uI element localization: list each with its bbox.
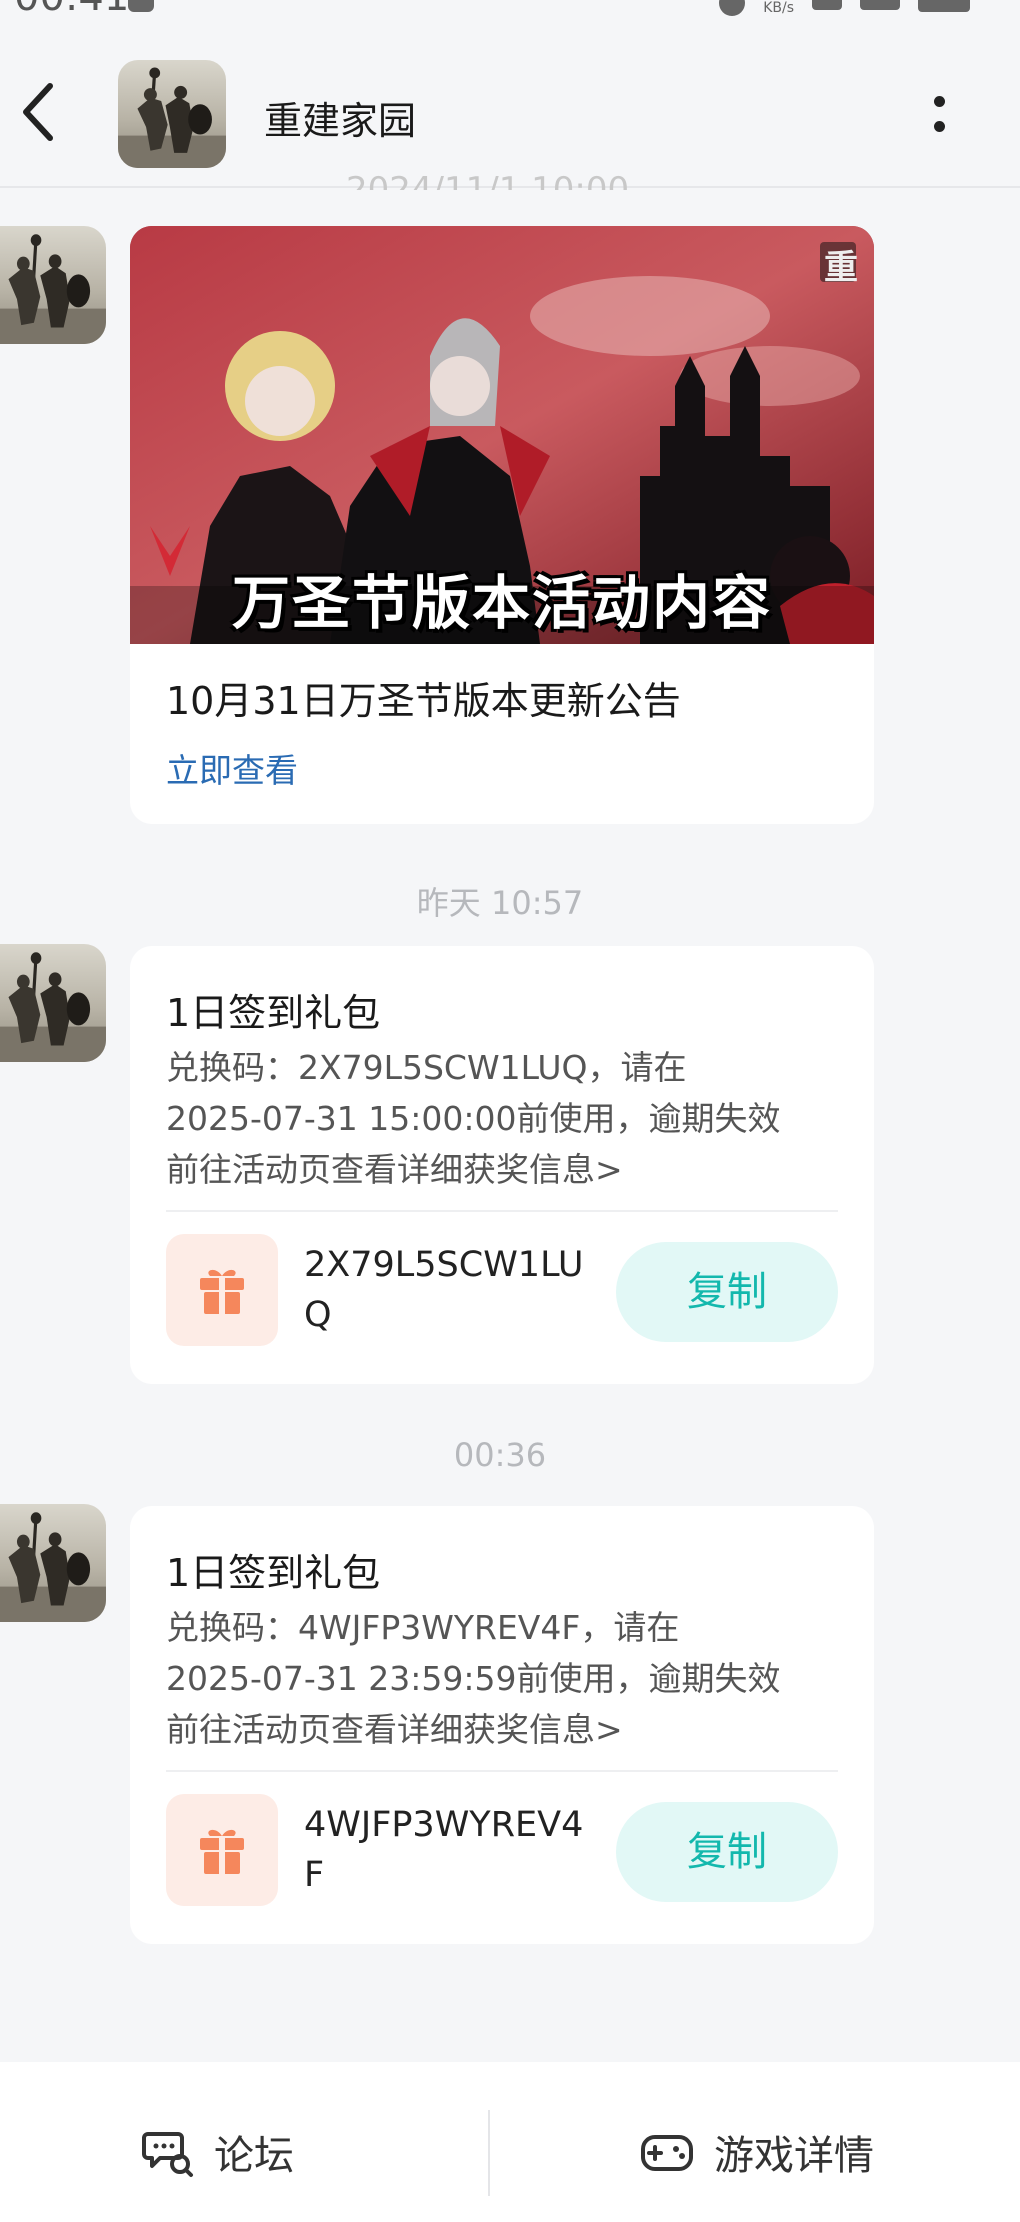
announcement-title: 10月31日万圣节版本更新公告 [166,679,681,723]
gift-expiry-line: 2025-07-31 23:59:59前使用，逾期失效 [166,1659,781,1698]
chat-title: 重建家园 [264,99,417,143]
bottom-action-bar: 论坛 游戏详情 [0,2062,1020,2222]
signal-icon [860,0,900,10]
hd-icon [812,0,842,10]
notification-app-icon [128,0,154,12]
gift-card: 1日签到礼包 兑换码：4WJFP3WYREV4F，请在 2025-07-31 2… [130,1506,874,1944]
alarm-icon [719,0,746,16]
forum-label: 论坛 [214,2133,294,2179]
game-details-label: 游戏详情 [714,2133,874,2179]
gift-title: 1日签到礼包 [166,1551,381,1595]
status-time: 00:41 [14,0,129,20]
forum-chat-icon [142,2132,193,2177]
forum-tab[interactable]: 论坛 [142,2102,294,2202]
redeem-code: 2X79L5SCW1LUQ [304,1245,584,1335]
banner-title: 万圣节版本活动内容 [231,569,772,637]
more-options-icon[interactable] [932,96,946,140]
sender-avatar[interactable] [0,226,106,344]
sender-avatar[interactable] [0,944,106,1062]
back-arrow-icon[interactable] [18,82,58,142]
network-speed-unit: KB/s [763,0,794,16]
status-bar: 00:41 KB/s [0,0,1020,22]
copy-button[interactable]: 复制 [616,1802,838,1902]
gift-code-line: 兑换码：2X79L5SCW1LUQ，请在 [166,1048,687,1087]
banner-corner-text: 重 [824,248,858,288]
gift-details-link[interactable]: 前往活动页查看详细获奖信息> [166,1144,846,1195]
gamepad-icon [641,2135,693,2171]
game-details-tab[interactable]: 游戏详情 [640,2102,874,2202]
battery-icon [918,0,970,12]
sender-avatar[interactable] [0,1504,106,1622]
divider [488,2110,490,2196]
gift-icon [166,1234,278,1346]
divider [166,1210,838,1212]
gift-icon [166,1794,278,1906]
gift-description: 兑换码：2X79L5SCW1LUQ，请在 2025-07-31 15:00:00… [166,1042,846,1195]
redeem-code: 4WJFP3WYREV4F [304,1805,584,1895]
status-icons: KB/s [719,0,970,16]
partial-timestamp: 2024/11/1 10:00 [346,170,630,190]
gift-title: 1日签到礼包 [166,991,381,1035]
announcement-card[interactable]: 万圣节版本活动内容 重 10月31日万圣节版本更新公告 立即查看 [130,226,874,824]
message-timestamp: 00:36 [453,1436,547,1474]
header-avatar[interactable] [118,60,226,168]
announcement-banner-image: 万圣节版本活动内容 重 [130,226,874,644]
gift-description: 兑换码：4WJFP3WYREV4F，请在 2025-07-31 23:59:59… [166,1602,846,1755]
gift-expiry-line: 2025-07-31 15:00:00前使用，逾期失效 [166,1099,781,1138]
gift-code-line: 兑换码：4WJFP3WYREV4F，请在 [166,1608,680,1647]
copy-button[interactable]: 复制 [616,1242,838,1342]
view-now-link[interactable]: 立即查看 [166,744,298,792]
gift-card: 1日签到礼包 兑换码：2X79L5SCW1LUQ，请在 2025-07-31 1… [130,946,874,1384]
message-timestamp: 昨天 10:57 [416,884,584,922]
divider [166,1770,838,1772]
chat-header: 重建家园 [0,22,1020,188]
gift-details-link[interactable]: 前往活动页查看详细获奖信息> [166,1704,846,1755]
